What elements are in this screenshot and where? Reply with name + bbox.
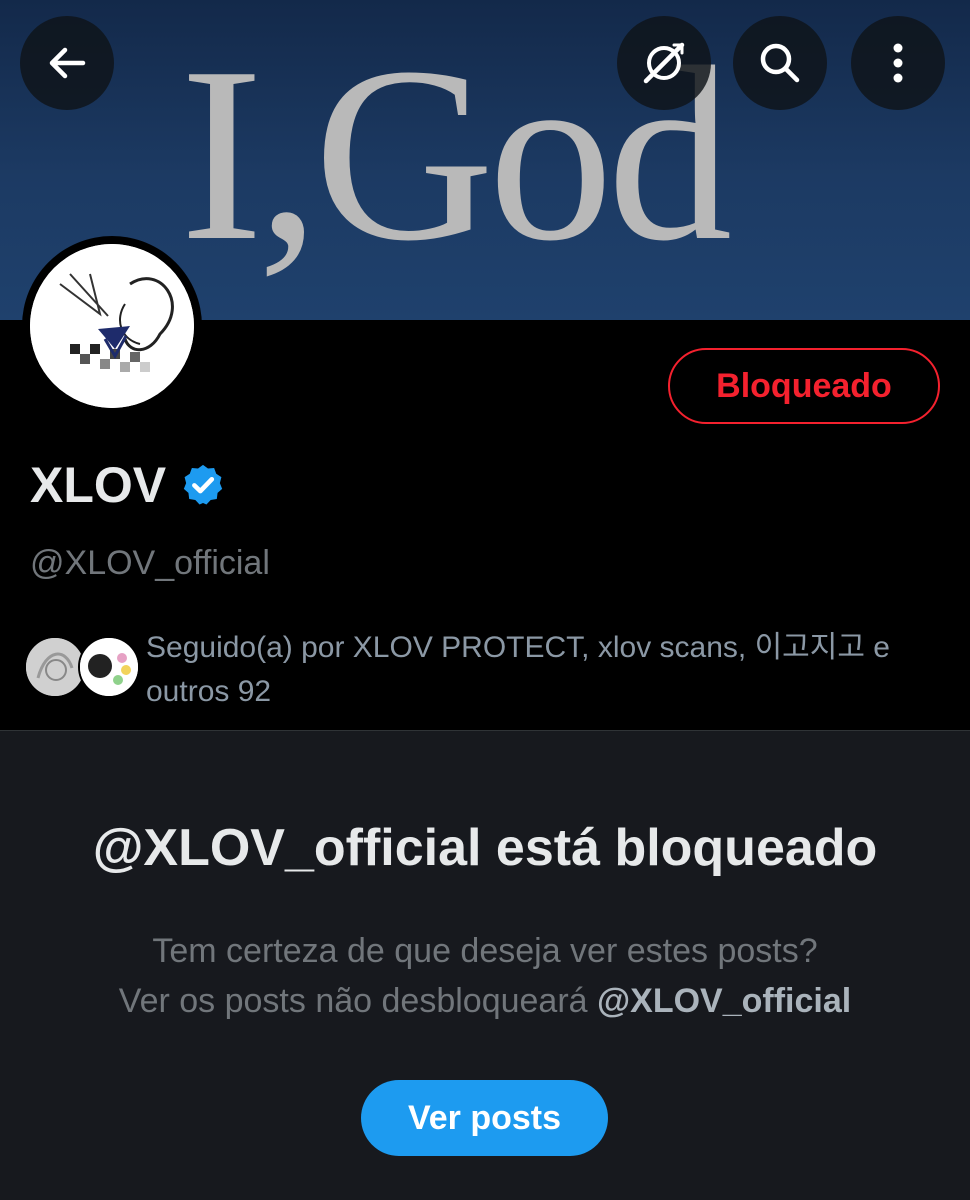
verified-badge-icon[interactable] (180, 462, 226, 508)
more-options-button[interactable] (851, 16, 945, 110)
view-posts-button[interactable]: Ver posts (361, 1080, 608, 1156)
back-button[interactable] (20, 16, 114, 110)
profile-name-row: XLOV (30, 456, 226, 514)
blocked-notice-line2-handle: @XLOV_official (597, 982, 852, 1020)
followed-by-avatars[interactable] (24, 636, 140, 698)
profile-handle: @XLOV_official (30, 544, 270, 582)
blocked-button[interactable]: Bloqueado (668, 348, 940, 424)
grok-icon (643, 42, 685, 84)
arrow-left-icon (49, 47, 86, 79)
search-icon (760, 43, 800, 83)
profile-avatar[interactable] (22, 236, 202, 416)
search-button[interactable] (733, 16, 827, 110)
display-name: XLOV (30, 457, 167, 513)
blocked-notice-line1: Tem certeza de que deseja ver estes post… (152, 932, 818, 970)
follower-avatar (24, 636, 86, 698)
blocked-notice-line2-prefix: Ver os posts não desbloqueará (118, 982, 598, 1020)
followed-by-text[interactable]: Seguido(a) por XLOV PROTECT, xlov scans,… (146, 626, 946, 714)
blocked-notice-line2: Ver os posts não desbloqueará @XLOV_offi… (0, 976, 970, 1026)
blocked-notice-description: Tem certeza de que deseja ver estes post… (0, 926, 970, 1026)
follower-avatar (78, 636, 140, 698)
more-vertical-icon (893, 43, 903, 83)
grok-button[interactable] (617, 16, 711, 110)
blocked-notice-title: @XLOV_official está bloqueado (92, 819, 878, 877)
avatar-image (30, 244, 194, 408)
